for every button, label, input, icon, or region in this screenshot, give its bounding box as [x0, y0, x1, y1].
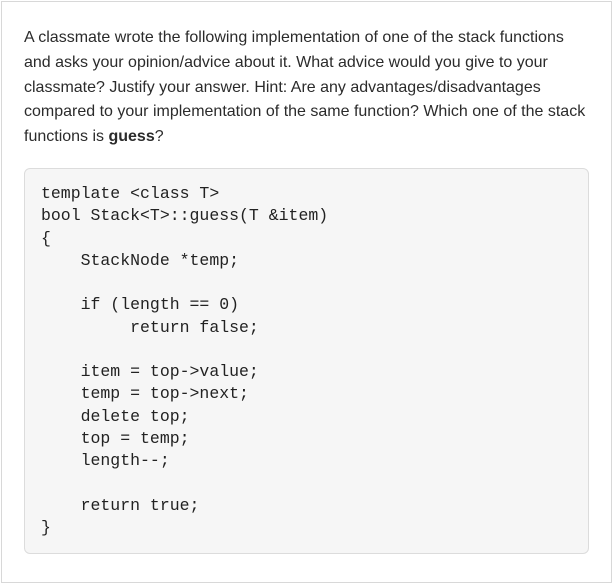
- question-prompt: A classmate wrote the following implemen…: [24, 26, 589, 150]
- question-text-part2: ?: [155, 128, 164, 145]
- question-card: A classmate wrote the following implemen…: [1, 1, 612, 583]
- code-block: template <class T> bool Stack<T>::guess(…: [24, 168, 589, 554]
- question-text-bold: guess: [108, 128, 154, 145]
